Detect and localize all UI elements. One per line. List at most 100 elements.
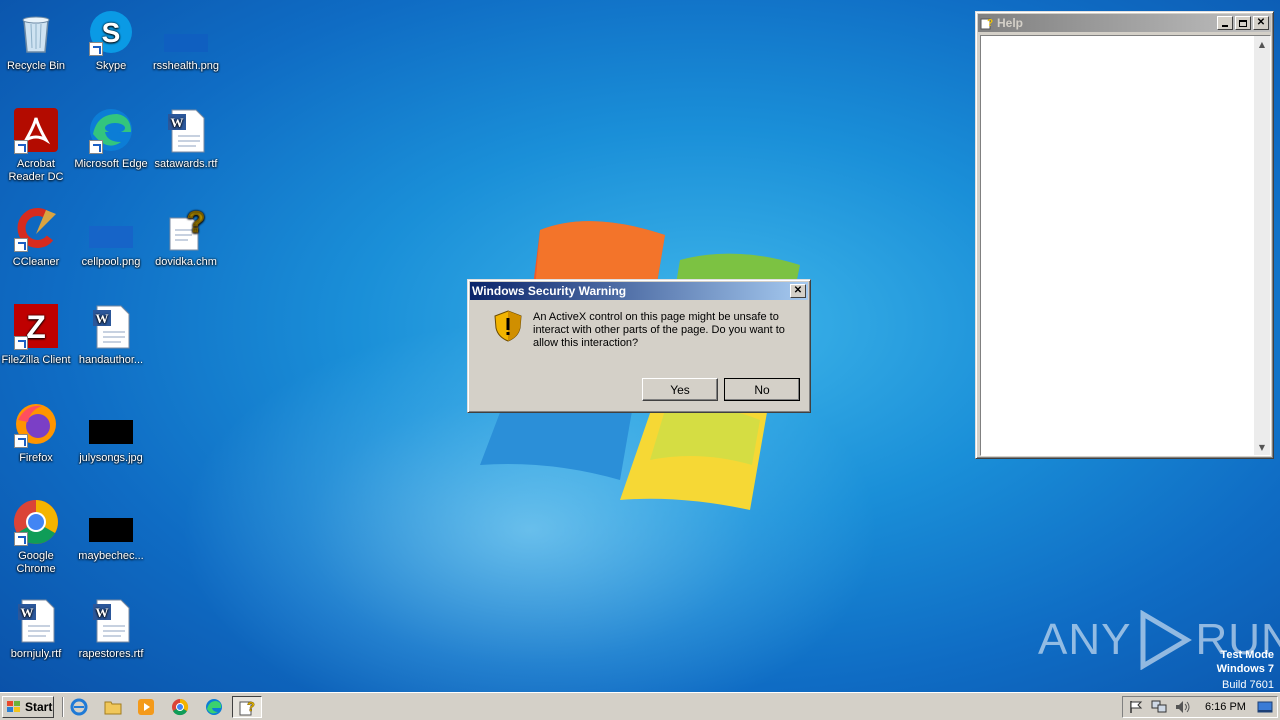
shortcut-arrow-icon (89, 42, 103, 56)
skype-icon: S (87, 8, 135, 56)
minimize-icon (1222, 25, 1228, 27)
image-thumbnail-icon (87, 204, 135, 252)
close-icon: ✕ (1256, 17, 1266, 28)
shortcut-arrow-icon (14, 336, 28, 350)
vertical-scrollbar[interactable]: ▲ ▼ (1254, 36, 1270, 455)
desktop-icon-filezilla[interactable]: Z FileZilla Client (0, 302, 74, 367)
svg-text:W: W (96, 311, 109, 326)
icon-label: Acrobat Reader DC (8, 158, 64, 183)
maximize-icon (1239, 19, 1247, 27)
icon-label: julysongs.jpg (79, 452, 143, 464)
no-button[interactable]: No (724, 378, 800, 401)
svg-text:?: ? (247, 699, 255, 714)
desktop-icon-firefox[interactable]: Firefox (0, 400, 74, 465)
icon-label: satawards.rtf (154, 158, 218, 170)
help-window[interactable]: ? Help ✕ ▲ ▼ (975, 11, 1274, 459)
recycle-bin-icon (12, 8, 60, 56)
help-task-icon: ? (238, 698, 256, 719)
icon-label: Firefox (19, 452, 53, 464)
desktop-icon-skype[interactable]: S Skype (73, 8, 149, 73)
edge-icon[interactable] (205, 698, 223, 716)
security-warning-dialog[interactable]: Windows Security Warning ✕ An ActiveX co… (467, 279, 811, 413)
help-titlebar[interactable]: ? Help ✕ (978, 14, 1271, 32)
chm-help-file-icon: ? (162, 204, 210, 252)
icon-label: dovidka.chm (155, 256, 217, 268)
desktop-icon-ccleaner[interactable]: CCleaner (0, 204, 74, 269)
icon-label: rsshealth.png (152, 60, 220, 72)
windows-version-label: Windows 7 (1216, 663, 1274, 675)
desktop-icon-maybechec[interactable]: maybechec... (73, 498, 149, 563)
shortcut-arrow-icon (14, 434, 28, 448)
word-document-icon: W (12, 596, 60, 644)
desktop-icon-rapestores[interactable]: W rapestores.rtf (73, 596, 149, 661)
svg-text:?: ? (187, 206, 205, 239)
start-label: Start (25, 700, 53, 714)
chrome-icon[interactable] (171, 698, 189, 716)
dialog-close-button[interactable]: ✕ (790, 284, 806, 298)
icon-label: Google Chrome (16, 550, 56, 575)
firefox-icon (12, 400, 60, 448)
dialog-title: Windows Security Warning (472, 284, 627, 298)
yes-button[interactable]: Yes (642, 378, 718, 401)
shortcut-arrow-icon (14, 532, 28, 546)
icon-label: cellpool.png (81, 256, 141, 268)
help-window-icon: ? (980, 16, 994, 30)
network-icon[interactable] (1151, 700, 1167, 717)
clock[interactable]: 6:16 PM (1205, 701, 1246, 713)
icon-label: bornjuly.rtf (10, 648, 62, 660)
shortcut-arrow-icon (89, 140, 103, 154)
svg-text:S: S (102, 17, 121, 48)
windows-flag-icon (6, 700, 22, 714)
dialog-message: An ActiveX control on this page might be… (533, 311, 785, 349)
svg-text:W: W (21, 605, 34, 620)
word-document-icon: W (87, 596, 135, 644)
desktop-icon-recycle-bin[interactable]: Recycle Bin (0, 8, 74, 73)
desktop-icon-julysongs[interactable]: julysongs.jpg (73, 400, 149, 465)
desktop-icon-handauthor[interactable]: W handauthor... (73, 302, 149, 367)
anyrun-text-left: ANY (1038, 615, 1132, 664)
svg-text:Z: Z (26, 309, 46, 345)
close-icon: ✕ (793, 285, 803, 296)
desktop-icon-bornjuly[interactable]: W bornjuly.rtf (0, 596, 74, 661)
warning-shield-icon (494, 310, 522, 342)
svg-text:W: W (171, 115, 184, 130)
scroll-down-button[interactable]: ▼ (1254, 439, 1270, 455)
chrome-icon (12, 498, 60, 546)
help-task-button[interactable]: ? (232, 696, 262, 718)
media-player-icon[interactable] (137, 698, 155, 716)
internet-explorer-icon[interactable] (70, 698, 88, 716)
help-content-pane[interactable]: ▲ ▼ (980, 35, 1271, 456)
test-mode-label: Test Mode (1220, 649, 1274, 661)
icon-label: Microsoft Edge (74, 158, 148, 170)
acrobat-icon (12, 106, 60, 154)
desktop-icon-chrome[interactable]: Google Chrome (0, 498, 74, 576)
desktop-icon-edge[interactable]: Microsoft Edge (73, 106, 149, 171)
start-button[interactable]: Start (2, 696, 54, 718)
icon-label: rapestores.rtf (78, 648, 144, 660)
minimize-button[interactable] (1217, 16, 1233, 30)
explorer-folder-icon[interactable] (104, 698, 122, 716)
show-desktop-icon[interactable] (1257, 700, 1273, 717)
word-document-icon: W (87, 302, 135, 350)
maximize-button[interactable] (1235, 16, 1251, 30)
desktop-icon-rsshealth[interactable]: rsshealth.png (148, 8, 224, 73)
play-icon (1140, 610, 1193, 670)
icon-label: handauthor... (78, 354, 144, 366)
volume-icon[interactable] (1175, 700, 1191, 717)
taskbar: Start ? 6:16 PM (0, 692, 1280, 720)
icon-label: Recycle Bin (6, 60, 66, 72)
image-thumbnail-icon (87, 400, 135, 448)
word-document-icon: W (162, 106, 210, 154)
taskbar-separator (62, 697, 64, 717)
action-center-flag-icon[interactable] (1129, 700, 1143, 717)
edge-icon (87, 106, 135, 154)
desktop-icon-acrobat[interactable]: Acrobat Reader DC (0, 106, 74, 184)
desktop-icon-satawards[interactable]: W satawards.rtf (148, 106, 224, 171)
desktop-icon-cellpool[interactable]: cellpool.png (73, 204, 149, 269)
icon-label: Skype (95, 60, 127, 72)
desktop-icon-dovidka[interactable]: ? dovidka.chm (148, 204, 224, 269)
scroll-up-button[interactable]: ▲ (1254, 36, 1270, 52)
filezilla-icon: Z (12, 302, 60, 350)
dialog-titlebar[interactable]: Windows Security Warning ✕ (470, 282, 808, 300)
close-button[interactable]: ✕ (1253, 16, 1269, 30)
